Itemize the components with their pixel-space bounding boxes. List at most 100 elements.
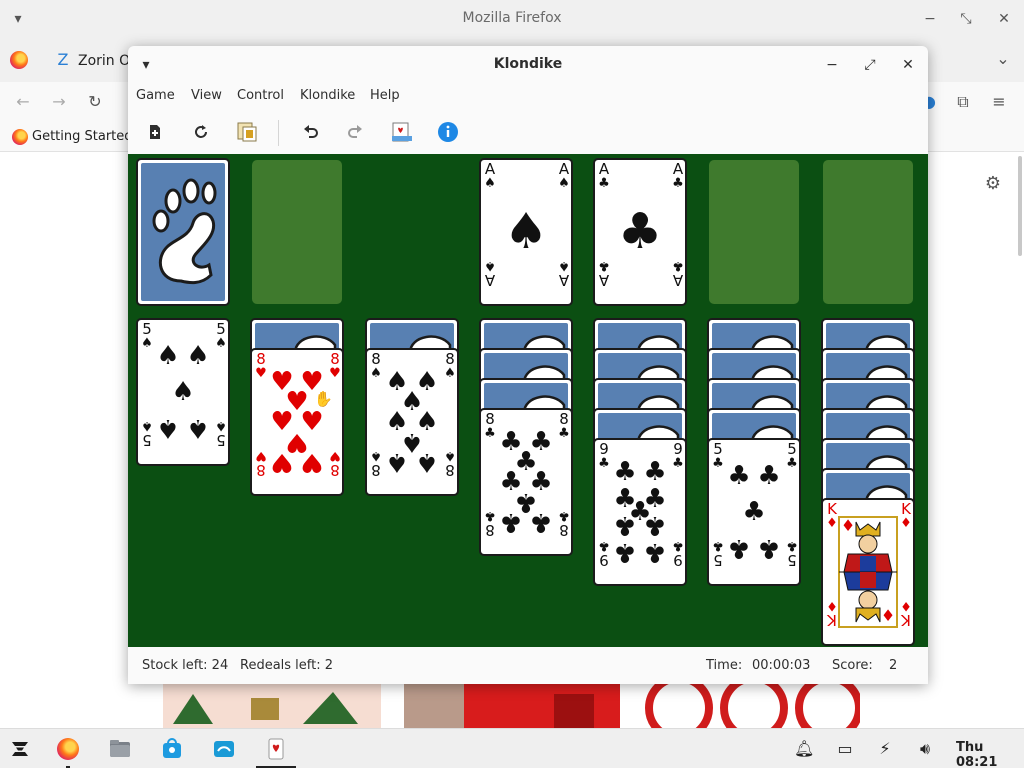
card-rank: 8 (330, 461, 340, 479)
aisleriot-icon[interactable] (264, 737, 288, 761)
notifications-icon[interactable]: 🔔︎ (794, 739, 814, 759)
menu-help[interactable]: Help (370, 88, 400, 103)
tableau-7-card[interactable]: K ♦ K ♦ K ♦ K ♦ ♦ ♦ (821, 498, 915, 646)
redo-icon[interactable] (341, 118, 369, 146)
card-suit-pip: ♣ (613, 537, 637, 568)
foundation-4[interactable] (823, 160, 913, 304)
card-suit-corner: ♣ (712, 456, 724, 471)
menu-view[interactable]: View (191, 88, 222, 103)
clock[interactable]: Thu 08:21 (956, 740, 1024, 768)
card-suit-corner: ♣ (672, 176, 684, 191)
page-thumbnail[interactable] (404, 684, 620, 728)
foundation-2[interactable]: A ♣ A ♣ A ♣ A ♣ ♣ (593, 158, 687, 306)
card-suit-corner: ♣ (484, 426, 496, 441)
bookmark-getting-started[interactable]: Getting Started (32, 129, 133, 144)
select-deck-icon[interactable] (233, 118, 261, 146)
card-suit-corner: ♠ (215, 418, 227, 433)
scrollbar[interactable] (1018, 156, 1022, 256)
software-store-icon[interactable] (160, 737, 184, 761)
card-face: A ♠ A ♠ A ♠ A ♠ ♠ (479, 158, 573, 306)
stock-pile[interactable] (136, 158, 230, 306)
toolbar (128, 114, 928, 150)
new-game-icon[interactable] (141, 118, 169, 146)
card-rank: 5 (787, 440, 797, 458)
foundation-3[interactable] (709, 160, 799, 304)
card-back-pattern (141, 163, 225, 301)
card-rank: 8 (485, 521, 495, 539)
tableau-2-card[interactable]: 8 ♥ 8 ♥ 8 ♥ 8 ♥ ♥ ♥ ♥ ♥ ♥ ♥ ♥ ♥ (250, 348, 344, 496)
info-icon[interactable] (434, 118, 462, 146)
extensions-icon[interactable]: ⧉ (952, 92, 974, 114)
page-thumbnail[interactable] (644, 674, 863, 742)
back-icon[interactable]: ← (12, 92, 34, 114)
menu-game[interactable]: Game (136, 88, 175, 103)
gear-icon[interactable]: ⚙ (982, 174, 1004, 196)
card-rank: A (672, 271, 684, 289)
card-suit-corner: ♠ (141, 336, 153, 351)
card-suit-corner: ♣ (672, 258, 684, 273)
screen-icon[interactable]: ▭ (835, 739, 855, 759)
firefox-window-title: Mozilla Firefox (462, 10, 562, 26)
card-suit-pip: ♠ (415, 447, 439, 478)
card-suit-pip: ♠ (385, 447, 409, 478)
forward-icon[interactable]: → (48, 92, 70, 114)
tableau-1-card[interactable]: 5 ♠ 5 ♠ 5 ♠ 5 ♠ ♠ ♠ ♠ ♠ ♠ (136, 318, 230, 466)
restore-icon[interactable]: ⤡ (956, 9, 976, 29)
close-icon[interactable]: ✕ (994, 9, 1014, 29)
card-rank: A (558, 271, 570, 289)
card-suit-corner: ♣ (672, 456, 684, 471)
card-suit-pip: ♠ (186, 412, 210, 443)
volume-icon[interactable]: 🔊︎ (915, 739, 935, 759)
card-suit-corner: ♦ (826, 516, 838, 531)
statusbar: Stock left: 24 Redeals left: 2 Time: 00:… (128, 647, 928, 684)
restart-icon[interactable] (187, 118, 215, 146)
card-suit-corner: ♣ (712, 538, 724, 553)
reload-icon[interactable]: ↻ (84, 92, 106, 114)
tableau-4-card[interactable]: 8 ♣ 8 ♣ 8 ♣ 8 ♣ ♣ ♣ ♣ ♣ ♣ ♣ ♣ ♣ (479, 408, 573, 556)
card-suit-corner: ♣ (558, 426, 570, 441)
card-suit-corner: ♣ (598, 258, 610, 273)
app-menu-icon[interactable]: ≡ (988, 92, 1010, 114)
tableau-6-card[interactable]: 5 ♣ 5 ♣ 5 ♣ 5 ♣ ♣ ♣ ♣ ♣ ♣ (707, 438, 801, 586)
firefox-view-icon[interactable] (8, 49, 30, 71)
game-board[interactable]: A ♠ A ♠ A ♠ A ♠ ♠ A ♣ A ♣ A ♣ A ♣ ♣ 5 ♠ 5 ♠ 5 ♠ 5 ♠ ♠ ♠ ♠ ♠ ♠ 8 ♥ 8 ♥ 8 ♥ 8 ♥ ♥… (128, 154, 928, 647)
card-suit-pip: ♣ (617, 202, 663, 261)
card-rank: 9 (599, 551, 609, 569)
power-icon[interactable]: ⚡ (875, 739, 895, 759)
hint-icon[interactable] (388, 118, 416, 146)
card-suit-corner: ♠ (558, 258, 570, 273)
card-rank: 8 (330, 350, 340, 368)
close-icon[interactable]: ✕ (898, 55, 918, 75)
tableau-5-card[interactable]: 9 ♣ 9 ♣ 9 ♣ 9 ♣ ♣ ♣ ♣ ♣ ♣ ♣ ♣ ♣ ♣ (593, 438, 687, 586)
card-rank: 5 (216, 320, 226, 338)
undo-icon[interactable] (297, 118, 325, 146)
foundation-1[interactable]: A ♠ A ♠ A ♠ A ♠ ♠ (479, 158, 573, 306)
card-suit-corner: ♣ (598, 538, 610, 553)
card-suit-corner: ♣ (558, 508, 570, 523)
menu-klondike[interactable]: Klondike (300, 88, 355, 103)
menubar: Game View Control Klondike Help (128, 84, 928, 108)
firefox-icon[interactable] (56, 737, 80, 761)
zorin-connect-icon[interactable] (212, 737, 236, 761)
card-suit-pip: ♥ (270, 447, 294, 478)
zorin-menu-icon[interactable] (8, 737, 32, 761)
list-tabs-icon[interactable]: ⌄ (992, 49, 1014, 71)
files-icon[interactable] (108, 737, 132, 761)
card-face: 5 ♠ 5 ♠ 5 ♠ 5 ♠ ♠ ♠ ♠ ♠ ♠ (136, 318, 230, 466)
minimize-icon[interactable]: − (822, 55, 842, 75)
card-suit-corner: ♦ (826, 598, 838, 613)
tableau-3-card[interactable]: 8 ♠ 8 ♠ 8 ♠ 8 ♠ ♠ ♠ ♠ ♠ ♠ ♠ ♠ ♠ (365, 348, 459, 496)
card-rank: 8 (256, 350, 266, 368)
card-suit-pip: ♣ (499, 507, 523, 538)
card-face: 8 ♥ 8 ♥ 8 ♥ 8 ♥ ♥ ♥ ♥ ♥ ♥ ♥ ♥ ♥ (250, 348, 344, 496)
minimize-icon[interactable]: − (920, 9, 940, 29)
card-suit-corner: ♣ (786, 456, 798, 471)
card-suit-pip: ♦ (880, 606, 896, 625)
card-rank: K (901, 500, 911, 518)
page-thumbnail[interactable] (163, 684, 381, 728)
menu-control[interactable]: Control (237, 88, 284, 103)
card-suit-pip: ♦ (840, 516, 856, 535)
waste-pile[interactable] (252, 160, 342, 304)
card-face: 8 ♣ 8 ♣ 8 ♣ 8 ♣ ♣ ♣ ♣ ♣ ♣ ♣ ♣ ♣ (479, 408, 573, 556)
maximize-icon[interactable]: ⤢ (860, 55, 880, 75)
